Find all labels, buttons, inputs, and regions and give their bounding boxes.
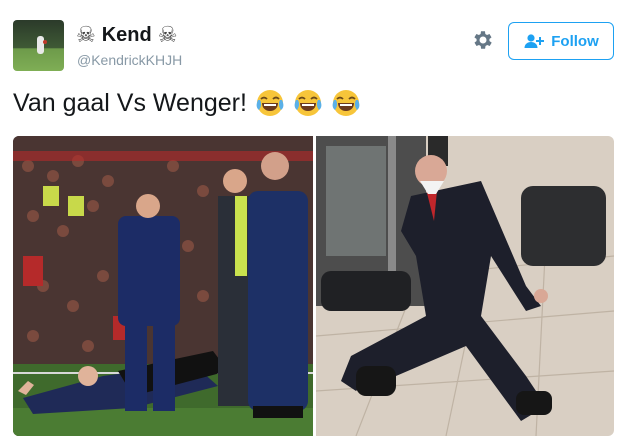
skull-icon: ☠ (76, 22, 96, 48)
display-name[interactable]: Kend (102, 24, 152, 47)
avatar-ball (43, 40, 47, 44)
football-touchline-photo (13, 136, 313, 436)
avatar-figure (37, 36, 44, 54)
tweet-photo-2[interactable] (316, 136, 614, 436)
follow-label: Follow (551, 32, 599, 50)
name-row[interactable]: ☠ Kend ☠ (76, 24, 177, 47)
add-user-icon (524, 34, 545, 48)
tweet-text-row: Van gaal Vs Wenger! (13, 88, 361, 118)
man-falling-photo (316, 136, 614, 436)
gear-icon[interactable] (471, 28, 495, 52)
face-with-tears-of-joy-icon (256, 90, 284, 116)
tweet-text: Van gaal Vs Wenger! (13, 88, 247, 117)
user-handle[interactable]: @KendrickKHJH (77, 52, 182, 68)
tweet-photo-1[interactable] (13, 136, 313, 436)
avatar[interactable] (13, 20, 64, 71)
face-with-tears-of-joy-icon (294, 90, 322, 116)
follow-button[interactable]: Follow (508, 22, 614, 60)
face-with-tears-of-joy-icon (332, 90, 360, 116)
skull-icon: ☠ (157, 22, 178, 48)
tweet-card: ☠ Kend ☠ @KendrickKHJH Follow Van gaal V… (0, 0, 634, 444)
